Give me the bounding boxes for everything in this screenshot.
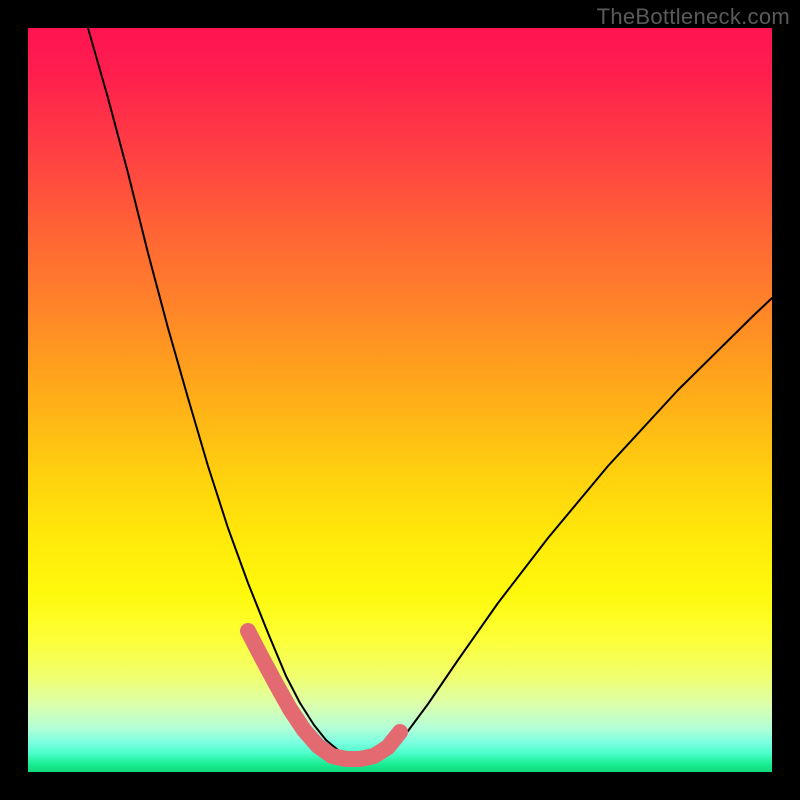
plot-area (28, 28, 772, 772)
optimal-marker (248, 631, 400, 759)
watermark-text: TheBottleneck.com (597, 4, 790, 30)
curve-layer (28, 28, 772, 772)
bottleneck-curve (88, 28, 772, 759)
chart-frame: TheBottleneck.com (0, 0, 800, 800)
